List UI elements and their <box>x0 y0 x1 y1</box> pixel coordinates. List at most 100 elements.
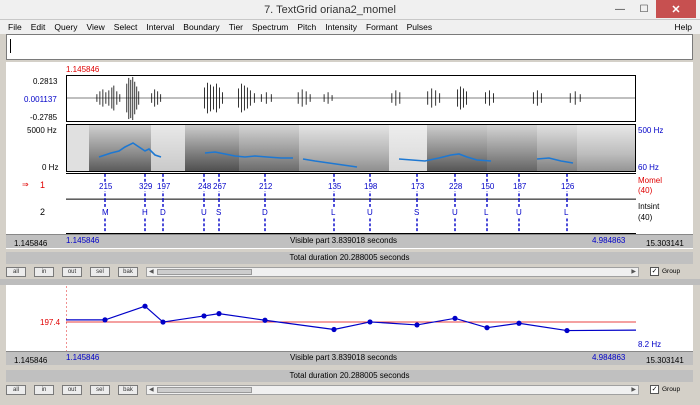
spectrogram-panel[interactable] <box>66 124 636 172</box>
tier1-point-label[interactable]: 187 <box>512 182 528 191</box>
tier2-point-label[interactable]: L <box>483 208 490 217</box>
zoom-selection-button[interactable]: sel <box>90 267 110 277</box>
momel-target-point <box>367 319 373 325</box>
tier1-number[interactable]: 1 <box>40 180 45 190</box>
pitch-zoom-back-button[interactable]: bak <box>118 385 138 395</box>
tier2-point-label[interactable]: U <box>200 208 208 217</box>
momel-target-point <box>201 313 207 319</box>
total-duration-bar[interactable]: Total duration 20.288005 seconds <box>6 252 693 264</box>
pitch-contour-overlay <box>98 142 574 168</box>
momel-target-point <box>516 320 522 326</box>
pitch-scroll-left-icon[interactable]: ◀ <box>149 386 154 393</box>
pitch-top-label: 500 Hz <box>638 126 664 135</box>
tier2-point-label[interactable]: H <box>141 208 149 217</box>
wave-cursor-value-label: 0.001137 <box>24 95 57 104</box>
tier1-point-label[interactable]: 215 <box>98 182 114 191</box>
tier1-point-label[interactable]: 228 <box>448 182 464 191</box>
menu-pulses[interactable]: Pulses <box>407 22 433 32</box>
pitch-reference-label: 197.4 <box>40 318 61 327</box>
visible-start-time: 1.145846 <box>66 236 100 245</box>
tier1-arrow-icon: ⇒ <box>22 180 29 189</box>
interval-text-field[interactable] <box>6 34 693 60</box>
menu-formant[interactable]: Formant <box>366 22 398 32</box>
tier1-point-label[interactable]: 197 <box>156 182 172 191</box>
zoom-all-button[interactable]: all <box>6 267 26 277</box>
wave-min-label: -0.2785 <box>30 113 58 122</box>
menu-tier[interactable]: Tier <box>229 22 243 32</box>
tier1-point-label[interactable]: 135 <box>327 182 343 191</box>
menu-spectrum[interactable]: Spectrum <box>252 22 288 32</box>
pitch-visible-end-time: 4.984863 <box>592 353 626 362</box>
tier2-name: Intsint <box>638 202 660 211</box>
total-end-time: 15.303141 <box>646 239 684 248</box>
group-checkbox[interactable]: ✓ <box>650 267 659 276</box>
tier2-point-label[interactable]: D <box>261 208 269 217</box>
menu-interval[interactable]: Interval <box>146 22 174 32</box>
menu-intensity[interactable]: Intensity <box>325 22 357 32</box>
tier1-point-label[interactable]: 198 <box>363 182 379 191</box>
momel-target-point <box>216 311 222 317</box>
tier1-point-label[interactable]: 173 <box>410 182 426 191</box>
zoom-out-button[interactable]: out <box>62 267 82 277</box>
tier2-point-label[interactable]: L <box>330 208 337 217</box>
pitch-zoom-selection-button[interactable]: sel <box>90 385 110 395</box>
scrollbar-thumb[interactable] <box>157 269 252 275</box>
time-info-bar: 1.145846 1.145846 Visible part 3.839018 … <box>6 234 693 248</box>
menu-boundary[interactable]: Boundary <box>183 22 219 32</box>
momel-target-point <box>102 317 108 323</box>
menu-file[interactable]: File <box>8 22 22 32</box>
tier2-point-label[interactable]: M <box>101 208 110 217</box>
momel-pitch-plot[interactable] <box>66 285 636 351</box>
tier2-point-label[interactable]: U <box>515 208 523 217</box>
tier1-point-label[interactable]: 212 <box>258 182 274 191</box>
title-bar: 7. TextGrid oriana2_momel — ☐ ✕ <box>0 0 700 20</box>
visible-part-label: Visible part 3.839018 seconds <box>290 236 398 245</box>
tier1-point-label[interactable]: 126 <box>560 182 576 191</box>
wave-max-label: 0.2813 <box>33 77 58 86</box>
spectrogram-top-label: 5000 Hz <box>27 126 57 135</box>
tier2-point-label[interactable]: L <box>563 208 570 217</box>
visible-end-time: 4.984863 <box>592 236 626 245</box>
menu-query[interactable]: Query <box>54 22 77 32</box>
info-left-time: 1.145846 <box>14 239 48 248</box>
menu-select[interactable]: Select <box>114 22 138 32</box>
pitch-zoom-in-button[interactable]: in <box>34 385 54 395</box>
pitch-visible-part-label: Visible part 3.839018 seconds <box>290 353 398 362</box>
tier2-point-label[interactable]: U <box>366 208 374 217</box>
tier1-point-label[interactable]: 150 <box>480 182 496 191</box>
momel-target-point <box>484 325 490 331</box>
tier2-point-label[interactable]: U <box>451 208 459 217</box>
scroll-left-icon[interactable]: ◀ <box>149 268 154 275</box>
pitch-horizontal-scrollbar[interactable]: ◀ ▶ <box>146 385 639 395</box>
pitch-info-left-time: 1.145846 <box>14 356 48 365</box>
pitch-scrollbar-thumb[interactable] <box>157 387 252 393</box>
tier2-number[interactable]: 2 <box>40 207 45 217</box>
tier2-point-label[interactable]: D <box>159 208 167 217</box>
menu-pitch[interactable]: Pitch <box>297 22 316 32</box>
menu-help[interactable]: Help <box>675 22 692 32</box>
zoom-back-button[interactable]: bak <box>118 267 138 277</box>
tier1-point-label[interactable]: 248 <box>197 182 213 191</box>
momel-target-point <box>564 327 570 334</box>
pitch-group-checkbox[interactable]: ✓ <box>650 385 659 394</box>
tier2-point-label[interactable]: S <box>413 208 421 217</box>
close-button[interactable]: ✕ <box>656 0 696 18</box>
waveform-panel[interactable] <box>66 75 636 122</box>
pitch-total-duration-bar[interactable]: Total duration 20.288005 seconds <box>6 370 693 382</box>
tier1-point-label[interactable]: 267 <box>212 182 228 191</box>
spectrogram-bottom-label: 0 Hz <box>42 163 59 172</box>
menu-view[interactable]: View <box>87 22 105 32</box>
cursor-time-label: 1.145846 <box>66 65 100 74</box>
pitch-scroll-right-icon[interactable]: ▶ <box>631 386 636 393</box>
zoom-in-button[interactable]: in <box>34 267 54 277</box>
maximize-button[interactable]: ☐ <box>632 0 656 18</box>
tier2-point-label[interactable]: S <box>215 208 223 217</box>
pitch-zoom-all-button[interactable]: all <box>6 385 26 395</box>
minimize-button[interactable]: — <box>608 0 632 18</box>
scroll-right-icon[interactable]: ▶ <box>631 268 636 275</box>
tier1-point-label[interactable]: 329 <box>138 182 154 191</box>
menu-edit[interactable]: Edit <box>31 22 46 32</box>
pitch-zoom-out-button[interactable]: out <box>62 385 82 395</box>
pitch-bottom-label: 60 Hz <box>638 163 659 172</box>
horizontal-scrollbar[interactable]: ◀ ▶ <box>146 267 639 277</box>
